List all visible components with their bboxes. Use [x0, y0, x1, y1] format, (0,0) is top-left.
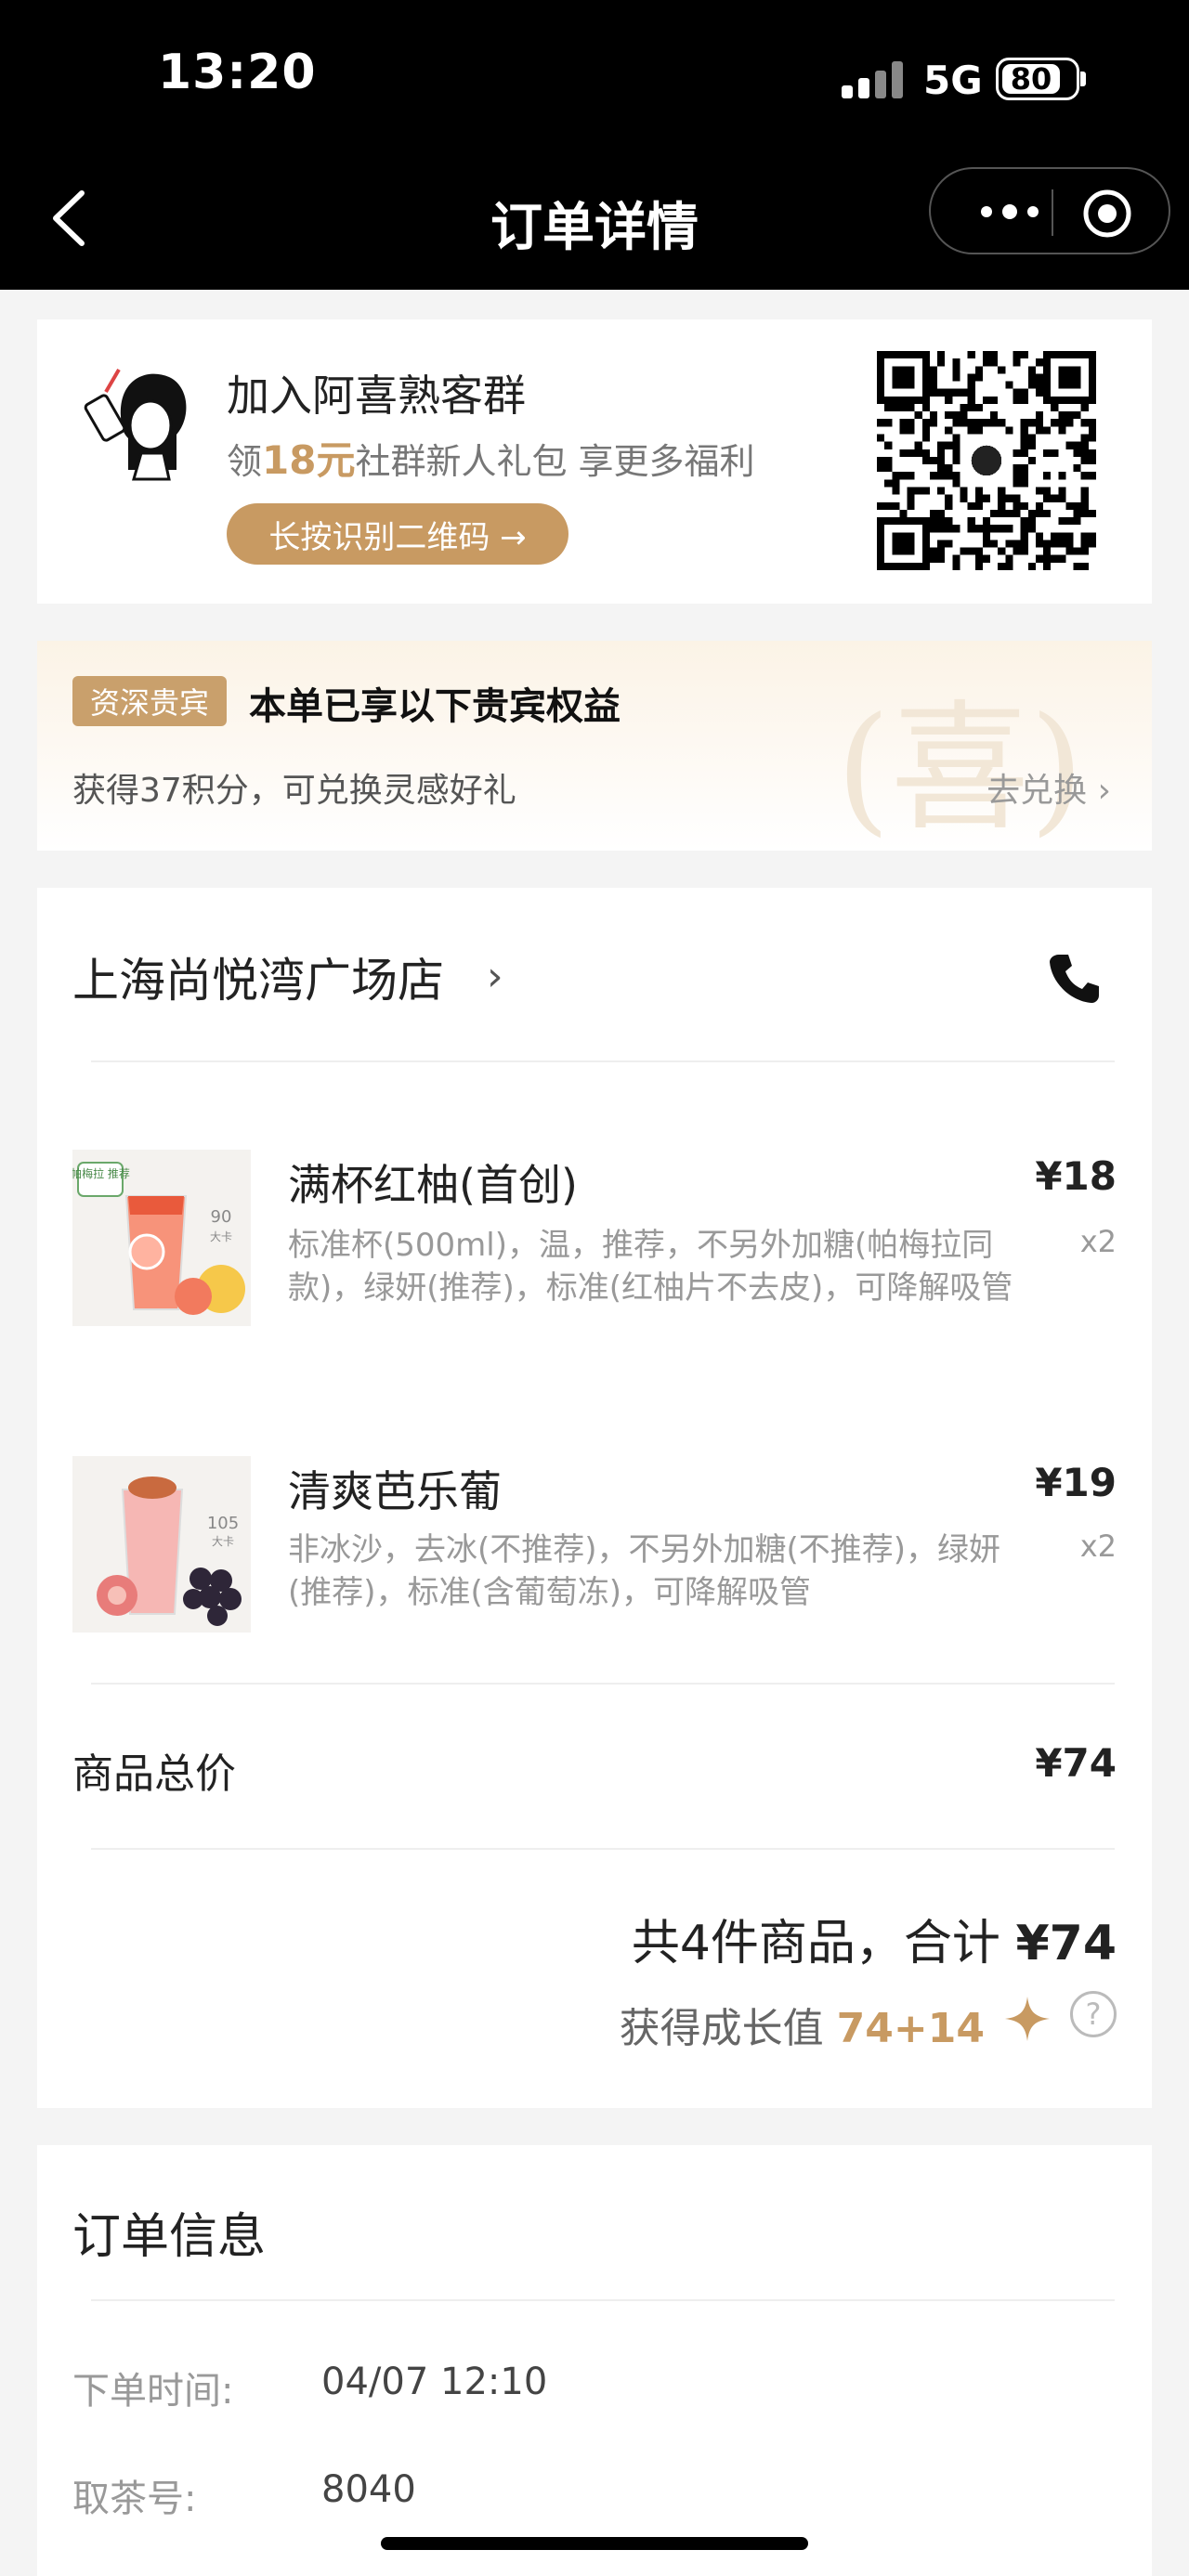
growth-value: 获得成长值 74+14	[619, 2005, 985, 2052]
signal-icon	[842, 61, 903, 98]
network-label: 5G	[923, 58, 983, 103]
redeem-link[interactable]: 去兑换 ›	[986, 763, 1111, 812]
battery-icon: 80	[996, 58, 1086, 100]
store-name[interactable]: 上海尚悦湾广场店	[72, 943, 444, 1010]
battery-level: 80	[1002, 61, 1060, 97]
mini-program-capsule	[929, 167, 1170, 254]
item-qty: x2	[1079, 1529, 1117, 1564]
vip-title: 本单已享以下贵宾权益	[249, 685, 621, 728]
order-time-value: 04/07 12:10	[321, 2361, 548, 2403]
divider	[91, 1848, 1115, 1850]
item-spec: 标准杯(500ml)，温，推荐，不另外加糖(帕梅拉同款)，绿妍(推荐)，标准(红…	[288, 1227, 1013, 1307]
top-bar: 13:20 5G 80 订单详情	[0, 0, 1189, 290]
divider	[91, 1683, 1115, 1685]
xi-seal-icon: (喜)	[836, 688, 1085, 850]
order-info-card: 订单信息 下单时间: 04/07 12:10 取茶号: 8040	[37, 2145, 1152, 2576]
order-time-label: 下单时间:	[72, 2370, 234, 2413]
subtotal-value: ¥74	[1035, 1740, 1117, 1786]
item-spec: 非冰沙，去冰(不推荐)，不另外加糖(不推荐)，绿妍(推荐)，标准(含葡萄冻)，可…	[288, 1531, 1001, 1611]
svg-text:大卡: 大卡	[212, 1535, 234, 1548]
scan-qr-button[interactable]: 长按识别二维码 →	[227, 503, 568, 565]
order-total: 共4件商品，合计 ¥74	[631, 1916, 1117, 1971]
vip-card: (喜) 资深贵宾 本单已享以下贵宾权益 获得37积分，可兑换灵感好礼 去兑换 ›	[37, 641, 1152, 851]
sparkle-icon	[1005, 1997, 1050, 2041]
mascot-icon	[84, 368, 187, 481]
divider	[91, 1060, 1115, 1062]
phone-icon[interactable]	[1048, 951, 1102, 1005]
order-info-title: 订单信息	[72, 2209, 267, 2265]
svg-text:90: 90	[211, 1207, 232, 1227]
vip-points-desc: 获得37积分，可兑换灵感好礼	[72, 772, 516, 810]
promo-title: 加入阿喜熟客群	[227, 371, 526, 421]
item-price: ¥19	[1035, 1460, 1117, 1505]
product-image-grapefruit[interactable]: 帕梅拉 推荐 90 大卡	[72, 1150, 251, 1326]
subtotal-label: 商品总价	[72, 1750, 236, 1798]
promo-card: 加入阿喜熟客群 领18元社群新人礼包 享更多福利 长按识别二维码 →	[37, 319, 1152, 604]
pickup-number-value: 8040	[321, 2468, 416, 2511]
product-image-guava-grape[interactable]: 105 大卡	[72, 1456, 251, 1633]
divider	[91, 2299, 1115, 2301]
qr-code[interactable]	[877, 351, 1096, 570]
item-name: 满杯红柚(首创)	[288, 1160, 578, 1210]
svg-text:105: 105	[207, 1514, 239, 1533]
item-qty: x2	[1079, 1224, 1117, 1259]
order-card: 上海尚悦湾广场店 › 帕梅拉 推荐 90 大卡 满杯红柚(首创) 标准杯(500…	[37, 888, 1152, 2108]
promo-highlight: 18元	[262, 437, 356, 483]
promo-subtitle: 领18元社群新人礼包 享更多福利	[227, 437, 755, 483]
item-price: ¥18	[1035, 1153, 1117, 1199]
more-icon[interactable]	[968, 191, 1052, 232]
home-indicator	[381, 2537, 808, 2550]
item-name: 清爽芭乐葡	[288, 1466, 502, 1516]
close-target-icon[interactable]	[1081, 188, 1133, 240]
svg-text:帕梅拉 推荐: 帕梅拉 推荐	[72, 1166, 130, 1180]
chevron-right-icon[interactable]: ›	[487, 953, 503, 1000]
vip-badge: 资深贵宾	[72, 676, 227, 726]
pickup-number-label: 取茶号:	[72, 2478, 197, 2520]
svg-text:大卡: 大卡	[210, 1230, 232, 1243]
help-icon[interactable]: ?	[1070, 1991, 1117, 2037]
status-time: 13:20	[158, 45, 317, 100]
